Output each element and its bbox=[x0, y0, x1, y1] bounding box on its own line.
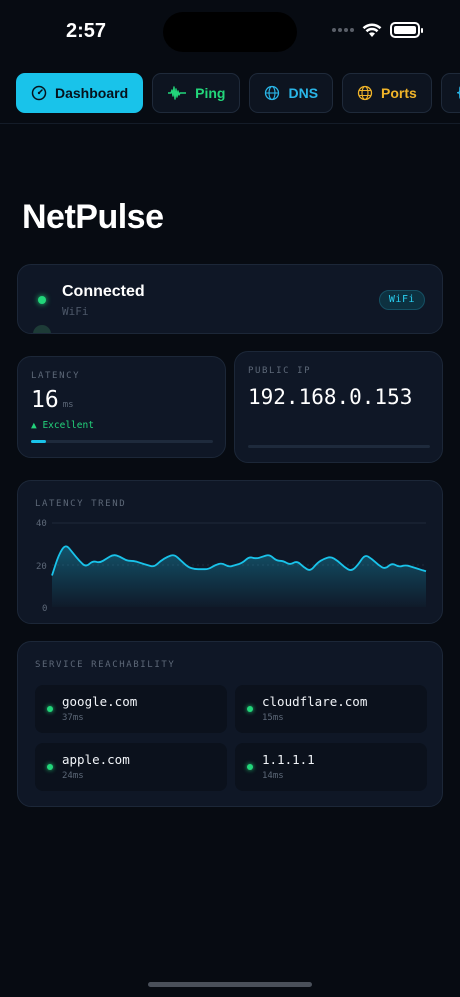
latency-trend-chart: 40 20 0 bbox=[36, 519, 427, 614]
tab-bar: Dashboard Ping DNS Ports {} H bbox=[16, 73, 460, 113]
page-title: NetPulse bbox=[22, 198, 164, 236]
connection-glow bbox=[33, 325, 51, 333]
globe-icon bbox=[265, 85, 280, 101]
network-globe-icon bbox=[357, 85, 373, 101]
connection-status: Connected bbox=[62, 283, 145, 300]
cellular-icon bbox=[332, 28, 354, 32]
services-label: SERVICE REACHABILITY bbox=[35, 660, 176, 670]
service-item[interactable]: google.com 37ms bbox=[35, 685, 227, 733]
service-status-dot bbox=[47, 764, 53, 770]
service-host: google.com bbox=[62, 694, 138, 709]
tab-label: Dashboard bbox=[55, 85, 129, 101]
service-status-dot bbox=[247, 764, 253, 770]
public-ip-value: 192.168.0.153 bbox=[248, 385, 413, 409]
tab-ports[interactable]: Ports bbox=[342, 73, 432, 113]
tab-h[interactable]: {} H bbox=[440, 73, 460, 113]
service-host: apple.com bbox=[62, 752, 130, 767]
latency-card: LATENCY 16 ms ▲ Excellent bbox=[17, 356, 226, 458]
service-item[interactable]: cloudflare.com 15ms bbox=[235, 685, 427, 733]
latency-quality: ▲ Excellent bbox=[31, 420, 94, 431]
public-ip-card: PUBLIC IP 192.168.0.153 bbox=[234, 351, 443, 463]
gauge-icon bbox=[31, 85, 47, 101]
service-host: 1.1.1.1 bbox=[262, 752, 315, 767]
tab-dns[interactable]: DNS bbox=[249, 73, 334, 113]
connection-status-dot bbox=[38, 296, 46, 304]
service-status-dot bbox=[247, 706, 253, 712]
latency-value: 16 bbox=[31, 387, 59, 413]
wifi-icon bbox=[362, 22, 382, 37]
y-tick-20: 20 bbox=[36, 562, 47, 572]
status-bar: 2:57 bbox=[0, 0, 460, 62]
trend-area bbox=[52, 546, 426, 607]
tab-ping[interactable]: Ping bbox=[152, 73, 241, 113]
service-status-dot bbox=[47, 706, 53, 712]
service-latency: 15ms bbox=[262, 713, 284, 723]
tab-label: DNS bbox=[288, 85, 319, 101]
waveform-icon bbox=[168, 86, 187, 100]
latency-label: LATENCY bbox=[31, 371, 81, 381]
battery-icon bbox=[390, 22, 423, 38]
public-ip-bar bbox=[248, 445, 430, 448]
connection-badge: WiFi bbox=[378, 290, 425, 310]
service-latency: 37ms bbox=[62, 713, 84, 723]
latency-trend-card: LATENCY TREND 40 20 0 bbox=[17, 480, 443, 624]
status-time: 2:57 bbox=[66, 20, 107, 42]
home-indicator[interactable] bbox=[148, 982, 312, 987]
service-latency: 24ms bbox=[62, 771, 84, 781]
connection-type: WiFi bbox=[62, 305, 89, 318]
latency-bar-fill bbox=[31, 440, 46, 443]
dynamic-island bbox=[163, 12, 297, 52]
tab-divider bbox=[0, 123, 460, 124]
tab-dashboard[interactable]: Dashboard bbox=[16, 73, 144, 113]
connection-card: Connected WiFi WiFi bbox=[17, 264, 443, 334]
service-item[interactable]: apple.com 24ms bbox=[35, 743, 227, 791]
latency-bar bbox=[31, 440, 213, 443]
tab-label: Ping bbox=[195, 85, 226, 101]
service-item[interactable]: 1.1.1.1 14ms bbox=[235, 743, 427, 791]
tab-label: Ports bbox=[381, 85, 417, 101]
service-latency: 14ms bbox=[262, 771, 284, 781]
service-host: cloudflare.com bbox=[262, 694, 368, 709]
y-tick-40: 40 bbox=[36, 519, 47, 529]
public-ip-label: PUBLIC IP bbox=[248, 366, 312, 376]
latency-unit: ms bbox=[62, 400, 74, 410]
y-tick-0: 0 bbox=[42, 604, 47, 614]
braces-icon: {} bbox=[456, 85, 460, 101]
status-icons bbox=[332, 22, 423, 38]
service-reachability-card: SERVICE REACHABILITY google.com 37ms clo… bbox=[17, 641, 443, 807]
